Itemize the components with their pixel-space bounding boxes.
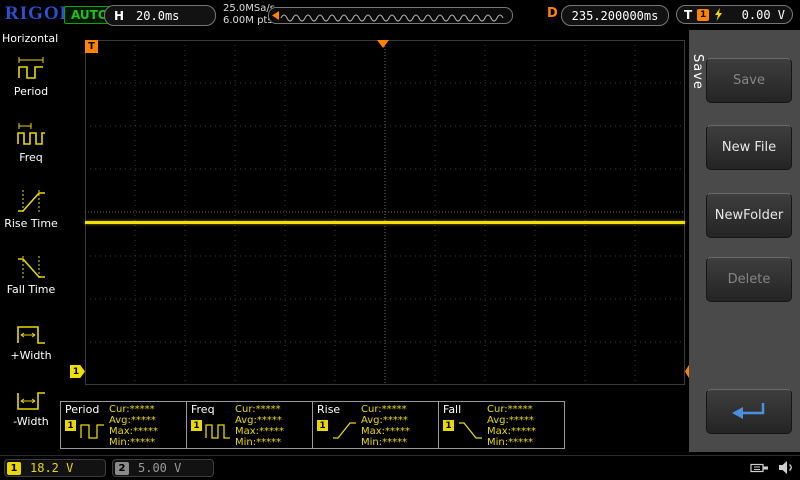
usb-icon xyxy=(750,463,768,472)
rise-time-icon xyxy=(18,190,45,212)
sidebar-item-freq[interactable]: Freq xyxy=(0,120,62,186)
ch1-badge: 1 xyxy=(7,461,21,475)
save-menu: Save Save New File NewFolder Delete xyxy=(689,30,800,452)
measurement-row: Period 1 Cur:***** Avg:***** Max:***** M… xyxy=(60,401,565,449)
horizontal-label: H xyxy=(114,8,125,23)
measurement-stats: Cur:***** Avg:***** Max:***** Min:***** xyxy=(109,404,159,448)
measurement-stats: Cur:***** Avg:***** Max:***** Min:***** xyxy=(487,404,537,448)
grid xyxy=(85,40,685,385)
system-icons xyxy=(750,460,794,475)
save-button[interactable]: Save xyxy=(706,58,792,103)
period-icon xyxy=(18,57,44,79)
oscilloscope-screen: RIGOL AUTO H 20.0ms 25.0MSa/s 6.00M pts … xyxy=(0,0,800,480)
freq-icon xyxy=(205,424,230,439)
ch1-badge: 1 xyxy=(317,420,328,431)
sidebar-item-period[interactable]: Period xyxy=(0,54,62,120)
measure-sidebar: Horizontal Period Freq Rise Time Fall Ti… xyxy=(0,30,62,455)
status-bar: 1 18.2 V 2 5.00 V xyxy=(0,455,800,480)
fall-time-icon xyxy=(18,256,45,278)
delay-value: 235.200000ms xyxy=(571,8,659,23)
trigger-source-badge: 1 xyxy=(697,8,710,21)
timebase-value: 20.0ms xyxy=(136,8,180,23)
measurement-stats: Cur:***** Avg:***** Max:***** Min:***** xyxy=(361,404,411,448)
trigger-label: T xyxy=(684,7,693,22)
ch1-badge: 1 xyxy=(65,420,76,431)
enter-button[interactable] xyxy=(706,389,792,434)
fall-icon xyxy=(459,422,482,439)
ch1-badge: 1 xyxy=(191,420,202,431)
waveform-position-bar[interactable] xyxy=(268,7,513,24)
delete-button[interactable]: Delete xyxy=(706,257,792,302)
sidebar-item-plus-width[interactable]: +Width xyxy=(0,318,62,384)
trigger-level-value: 0.00 V xyxy=(741,7,785,22)
trigger-position-arrow-icon[interactable] xyxy=(377,40,389,48)
ch1-ground-marker[interactable]: 1 xyxy=(70,365,85,378)
delay-label: D xyxy=(547,6,558,21)
delay-value-box: 235.200000ms xyxy=(561,5,669,26)
sidebar-items: Period Freq Rise Time Fall Time +Width -… xyxy=(0,54,62,450)
trigger-corner-marker[interactable]: T xyxy=(85,40,98,53)
minus-width-icon xyxy=(17,392,45,410)
menu-tab-save: Save xyxy=(690,54,705,90)
sidebar-item-minus-width[interactable]: -Width xyxy=(0,384,62,450)
ch1-badge: 1 xyxy=(443,420,454,431)
measurement-panel-period: Period 1 Cur:***** Avg:***** Max:***** M… xyxy=(60,401,187,449)
channel-2-status[interactable]: 2 5.00 V xyxy=(112,459,214,477)
plus-width-icon xyxy=(17,326,45,344)
sidebar-title: Horizontal xyxy=(2,32,59,45)
graticule: T 1 T xyxy=(70,40,698,385)
ch1-trace xyxy=(85,221,685,224)
measurement-stats: Cur:***** Avg:***** Max:***** Min:***** xyxy=(235,404,285,448)
rise-icon xyxy=(333,422,356,439)
period-icon xyxy=(80,424,104,439)
ch2-scale-value: 5.00 V xyxy=(138,461,182,475)
sidebar-item-rise-time[interactable]: Rise Time xyxy=(0,186,62,252)
horizontal-timebase-box: H 20.0ms xyxy=(104,5,216,26)
ch1-scale-value: 18.2 V xyxy=(30,461,74,475)
new-file-button[interactable]: New File xyxy=(706,125,792,170)
waveform-overview-icon xyxy=(280,14,504,22)
freq-icon xyxy=(17,123,45,145)
channel-1-status[interactable]: 1 18.2 V xyxy=(4,459,106,477)
lightning-icon xyxy=(715,8,723,21)
measurement-panel-fall: Fall 1 Cur:***** Avg:***** Max:***** Min… xyxy=(438,401,565,449)
top-bar: RIGOL AUTO H 20.0ms 25.0MSa/s 6.00M pts … xyxy=(0,0,800,30)
measurement-panel-rise: Rise 1 Cur:***** Avg:***** Max:***** Min… xyxy=(312,401,439,449)
new-folder-button[interactable]: NewFolder xyxy=(706,193,792,238)
return-arrow-icon xyxy=(732,402,765,419)
measurement-panel-freq: Freq 1 Cur:***** Avg:***** Max:***** Min… xyxy=(186,401,313,449)
ch2-badge: 2 xyxy=(115,461,129,475)
trigger-info-box: T 1 0.00 V xyxy=(676,5,793,24)
speaker-icon xyxy=(779,461,792,474)
sidebar-item-fall-time[interactable]: Fall Time xyxy=(0,252,62,318)
